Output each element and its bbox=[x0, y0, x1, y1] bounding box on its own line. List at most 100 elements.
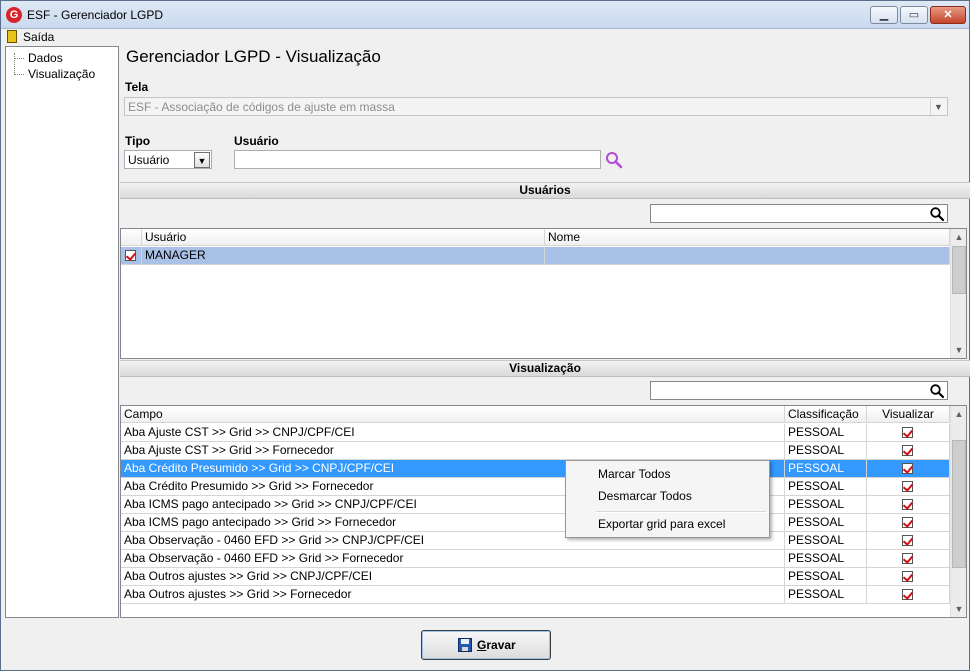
row-check-cell[interactable] bbox=[121, 247, 142, 265]
cell-visualizar[interactable] bbox=[867, 424, 950, 442]
usuario-input[interactable] bbox=[234, 150, 601, 169]
tipo-select-value: Usuário bbox=[128, 153, 170, 167]
visualizacao-vertical-scrollbar[interactable]: ▲ ▼ bbox=[950, 406, 966, 617]
cell-campo: Aba Ajuste CST >> Grid >> Fornecedor bbox=[121, 442, 785, 460]
cell-visualizar[interactable] bbox=[867, 460, 950, 478]
visualizacao-section-header: Visualização bbox=[120, 360, 970, 377]
usuarios-grid: Usuário Nome MANAGER ▲ ▼ bbox=[120, 228, 967, 359]
cell-classificacao: PESSOAL bbox=[785, 424, 867, 442]
title-bar[interactable]: G ESF - Gerenciador LGPD ▁ ▭ ✕ bbox=[1, 1, 969, 29]
usuarios-vertical-scrollbar[interactable]: ▲ ▼ bbox=[950, 229, 966, 358]
menu-item-desmarcar-todos[interactable]: Desmarcar Todos bbox=[598, 489, 692, 503]
visualizacao-grid: Campo Classificação Visualizar Aba Ajust… bbox=[120, 405, 967, 618]
menu-exit[interactable]: Saída bbox=[23, 30, 54, 44]
scrollbar-thumb[interactable] bbox=[952, 440, 966, 568]
row-checkbox[interactable] bbox=[125, 250, 136, 261]
exit-door-icon bbox=[7, 30, 17, 43]
tree-item-visualizacao[interactable]: Visualização bbox=[14, 67, 95, 81]
usuarios-search-input[interactable] bbox=[650, 204, 948, 223]
cell-classificacao: PESSOAL bbox=[785, 496, 867, 514]
table-row[interactable]: Aba Outros ajustes >> Grid >> Fornecedor… bbox=[121, 586, 950, 604]
maximize-button[interactable]: ▭ bbox=[900, 6, 928, 24]
grid-header-usuario[interactable]: Usuário bbox=[142, 229, 545, 246]
visualizar-checkbox[interactable] bbox=[902, 553, 913, 564]
menu-item-marcar-todos[interactable]: Marcar Todos bbox=[598, 467, 670, 481]
cell-usuario: MANAGER bbox=[142, 247, 545, 265]
chevron-down-icon[interactable]: ▼ bbox=[930, 99, 946, 115]
menu-item-exportar-excel[interactable]: Exportar grid para excel bbox=[598, 517, 725, 531]
tipo-label: Tipo bbox=[125, 134, 151, 148]
gravar-accelerator: G bbox=[477, 638, 487, 652]
tree-item-dados[interactable]: Dados bbox=[14, 51, 63, 65]
search-icon[interactable] bbox=[929, 383, 945, 399]
cell-visualizar[interactable] bbox=[867, 568, 950, 586]
menu-bar: Saída bbox=[1, 29, 969, 45]
cell-visualizar[interactable] bbox=[867, 532, 950, 550]
window-title: ESF - Gerenciador LGPD bbox=[27, 8, 164, 22]
grid-header-campo[interactable]: Campo bbox=[121, 406, 785, 423]
cell-classificacao: PESSOAL bbox=[785, 460, 867, 478]
minimize-button[interactable]: ▁ bbox=[870, 6, 898, 24]
scroll-down-icon[interactable]: ▼ bbox=[951, 601, 966, 617]
chevron-down-icon[interactable]: ▼ bbox=[194, 152, 210, 168]
cell-visualizar[interactable] bbox=[867, 514, 950, 532]
cell-campo: Aba Ajuste CST >> Grid >> CNPJ/CPF/CEI bbox=[121, 424, 785, 442]
table-row[interactable]: Aba Crédito Presumido >> Grid >> Fornece… bbox=[121, 478, 950, 496]
usuarios-section-header: Usuários bbox=[120, 182, 970, 199]
visualizar-checkbox[interactable] bbox=[902, 535, 913, 546]
cell-visualizar[interactable] bbox=[867, 442, 950, 460]
visualizar-checkbox[interactable] bbox=[902, 571, 913, 582]
cell-classificacao: PESSOAL bbox=[785, 442, 867, 460]
table-row[interactable]: Aba Crédito Presumido >> Grid >> CNPJ/CP… bbox=[121, 460, 950, 478]
grid-header-visualizar[interactable]: Visualizar bbox=[867, 406, 950, 423]
scrollbar-thumb[interactable] bbox=[952, 246, 966, 294]
scroll-up-icon[interactable]: ▲ bbox=[951, 406, 966, 422]
cell-campo: Aba Outros ajustes >> Grid >> CNPJ/CPF/C… bbox=[121, 568, 785, 586]
navigation-tree: Dados Visualização bbox=[5, 46, 119, 618]
visualizar-checkbox[interactable] bbox=[902, 499, 913, 510]
visualizar-checkbox[interactable] bbox=[902, 445, 913, 456]
table-row[interactable]: Aba Ajuste CST >> Grid >> CNPJ/CPF/CEI PE… bbox=[121, 424, 950, 442]
cell-visualizar[interactable] bbox=[867, 586, 950, 604]
cell-visualizar[interactable] bbox=[867, 550, 950, 568]
visualizar-checkbox[interactable] bbox=[902, 463, 913, 474]
page-title: Gerenciador LGPD - Visualização bbox=[126, 47, 381, 66]
tela-label: Tela bbox=[125, 80, 149, 94]
table-row[interactable]: Aba ICMS pago antecipado >> Grid >> Forn… bbox=[121, 514, 950, 532]
visualizar-checkbox[interactable] bbox=[902, 481, 913, 492]
scroll-down-icon[interactable]: ▼ bbox=[951, 342, 966, 358]
table-row[interactable]: Aba Ajuste CST >> Grid >> Fornecedor PESS… bbox=[121, 442, 950, 460]
visualizar-checkbox[interactable] bbox=[902, 589, 913, 600]
save-floppy-icon bbox=[458, 638, 472, 652]
visualizar-checkbox[interactable] bbox=[902, 517, 913, 528]
cell-campo: Aba Outros ajustes >> Grid >> Fornecedor bbox=[121, 586, 785, 604]
gravar-button-label: Gravar bbox=[477, 638, 516, 652]
visualizacao-search-input[interactable] bbox=[650, 381, 948, 400]
cell-visualizar[interactable] bbox=[867, 496, 950, 514]
visualizar-checkbox[interactable] bbox=[902, 427, 913, 438]
table-row[interactable]: MANAGER bbox=[121, 247, 950, 265]
tela-select-value: ESF - Associação de códigos de ajuste em… bbox=[128, 100, 395, 114]
lookup-search-icon[interactable] bbox=[604, 151, 624, 169]
context-menu: Marcar Todos Desmarcar Todos Exportar gr… bbox=[565, 460, 770, 538]
table-row[interactable]: Aba Outros ajustes >> Grid >> CNPJ/CPF/C… bbox=[121, 568, 950, 586]
cell-classificacao: PESSOAL bbox=[785, 478, 867, 496]
cell-visualizar[interactable] bbox=[867, 478, 950, 496]
cell-classificacao: PESSOAL bbox=[785, 568, 867, 586]
close-button[interactable]: ✕ bbox=[930, 6, 966, 24]
gravar-label-rest: ravar bbox=[486, 638, 516, 652]
tipo-select[interactable]: Usuário ▼ bbox=[124, 150, 212, 169]
search-icon[interactable] bbox=[929, 206, 945, 222]
table-row[interactable]: Aba ICMS pago antecipado >> Grid >> CNPJ… bbox=[121, 496, 950, 514]
cell-nome bbox=[545, 247, 950, 265]
grid-header-check bbox=[121, 229, 142, 246]
gravar-button[interactable]: Gravar bbox=[421, 630, 551, 660]
tela-select[interactable]: ESF - Associação de códigos de ajuste em… bbox=[124, 97, 948, 116]
grid-header-classificacao[interactable]: Classificação bbox=[785, 406, 867, 423]
table-row[interactable]: Aba Observação - 0460 EFD >> Grid >> CNP… bbox=[121, 532, 950, 550]
cell-classificacao: PESSOAL bbox=[785, 532, 867, 550]
grid-header-nome[interactable]: Nome bbox=[545, 229, 950, 246]
table-row[interactable]: Aba Observação - 0460 EFD >> Grid >> For… bbox=[121, 550, 950, 568]
scroll-up-icon[interactable]: ▲ bbox=[951, 229, 966, 245]
cell-classificacao: PESSOAL bbox=[785, 514, 867, 532]
